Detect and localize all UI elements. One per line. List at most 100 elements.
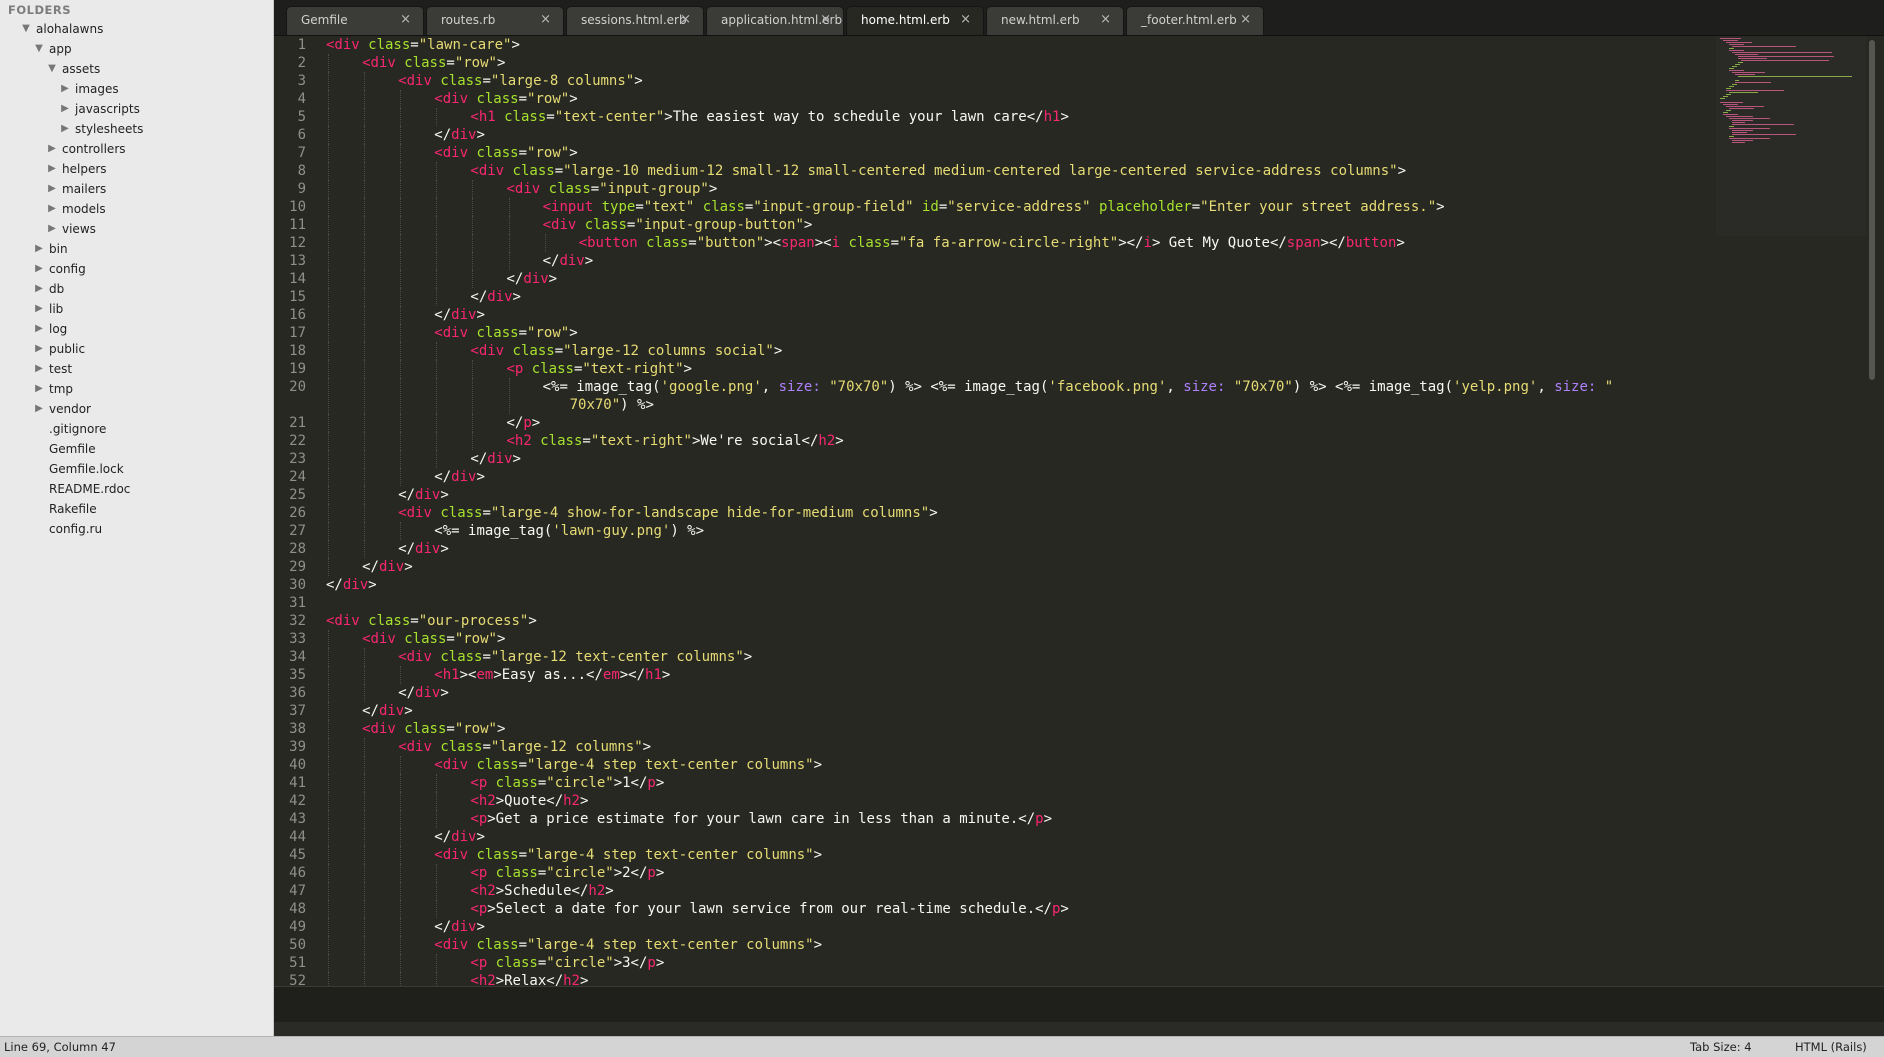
code-line[interactable]: 15 </div> [274, 288, 1714, 306]
code-line[interactable]: 24 </div> [274, 468, 1714, 486]
collapsed-arrow-icon[interactable]: ▶ [46, 219, 58, 239]
collapsed-arrow-icon[interactable]: ▶ [33, 379, 45, 399]
code-line[interactable]: 1 <div class="lawn-care"> [274, 36, 1714, 54]
code-line[interactable]: 3 <div class="large-8 columns"> [274, 72, 1714, 90]
tree-file[interactable]: README.rdoc [0, 479, 273, 499]
code-line[interactable]: 32 <div class="our-process"> [274, 612, 1714, 630]
code-line[interactable]: 34 <div class="large-12 text-center colum… [274, 648, 1714, 666]
code-line[interactable]: 43 <p>Get a price estimate for your lawn … [274, 810, 1714, 828]
editor-tab[interactable]: home.html.erb × [846, 6, 984, 35]
collapsed-arrow-icon[interactable]: ▶ [33, 279, 45, 299]
code-line[interactable]: 41 <p class="circle">1</p> [274, 774, 1714, 792]
tree-folder[interactable]: ▶ mailers [0, 179, 273, 199]
collapsed-arrow-icon[interactable]: ▶ [59, 79, 71, 99]
collapsed-arrow-icon[interactable]: ▶ [33, 259, 45, 279]
editor-tab[interactable]: new.html.erb × [986, 6, 1124, 35]
collapsed-arrow-icon[interactable]: ▶ [33, 239, 45, 259]
tree-folder[interactable]: ▶ vendor [0, 399, 273, 419]
tree-folder[interactable]: ▼ assets [0, 59, 273, 79]
code-line[interactable]: 31 [274, 594, 1714, 612]
tree-folder[interactable]: ▶ controllers [0, 139, 273, 159]
tab-size-setting[interactable]: Tab Size: 4 [1690, 1040, 1752, 1054]
close-icon[interactable]: × [540, 12, 551, 27]
code-line[interactable]: 50 <div class="large-4 step text-center c… [274, 936, 1714, 954]
expanded-arrow-icon[interactable]: ▼ [20, 19, 32, 39]
minimap[interactable] [1716, 36, 1866, 236]
tree-folder[interactable]: ▶ log [0, 319, 273, 339]
editor-tab[interactable]: sessions.html.erb × [566, 6, 704, 35]
tree-folder[interactable]: ▶ views [0, 219, 273, 239]
code-line[interactable]: 42 <h2>Quote</h2> [274, 792, 1714, 810]
code-line[interactable]: 10 <input type="text" class="input-group-… [274, 198, 1714, 216]
expanded-arrow-icon[interactable]: ▼ [33, 39, 45, 59]
tree-folder[interactable]: ▼ app [0, 39, 273, 59]
code-line[interactable]: 29 </div> [274, 558, 1714, 576]
tree-file[interactable]: Gemfile [0, 439, 273, 459]
editor-tab[interactable]: _footer.html.erb × [1126, 6, 1264, 35]
collapsed-arrow-icon[interactable]: ▶ [46, 159, 58, 179]
collapsed-arrow-icon[interactable]: ▶ [46, 179, 58, 199]
code-line[interactable]: 39 <div class="large-12 columns"> [274, 738, 1714, 756]
tree-file[interactable]: config.ru [0, 519, 273, 539]
code-line[interactable]: 19 <p class="text-right"> [274, 360, 1714, 378]
code-line[interactable]: 23 </div> [274, 450, 1714, 468]
code-line[interactable]: 49 </div> [274, 918, 1714, 936]
code-line[interactable]: 46 <p class="circle">2</p> [274, 864, 1714, 882]
code-line[interactable]: 30 </div> [274, 576, 1714, 594]
code-line[interactable]: 8 <div class="large-10 medium-12 small-12… [274, 162, 1714, 180]
code-line[interactable]: 7 <div class="row"> [274, 144, 1714, 162]
tree-file[interactable]: .gitignore [0, 419, 273, 439]
tree-folder[interactable]: ▶ images [0, 79, 273, 99]
code-line[interactable]: 40 <div class="large-4 step text-center c… [274, 756, 1714, 774]
code-line[interactable]: 26 <div class="large-4 show-for-landscape… [274, 504, 1714, 522]
code-line[interactable]: 11 <div class="input-group-button"> [274, 216, 1714, 234]
code-line[interactable]: 48 <p>Select a date for your lawn service… [274, 900, 1714, 918]
horizontal-scrollbar-track[interactable] [274, 1022, 1884, 1036]
code-line[interactable]: 16 </div> [274, 306, 1714, 324]
close-icon[interactable]: × [1240, 12, 1251, 27]
collapsed-arrow-icon[interactable]: ▶ [59, 99, 71, 119]
tree-folder[interactable]: ▶ lib [0, 299, 273, 319]
code-line[interactable]: 44 </div> [274, 828, 1714, 846]
tree-folder[interactable]: ▶ tmp [0, 379, 273, 399]
syntax-setting[interactable]: HTML (Rails) [1795, 1040, 1867, 1054]
vertical-scrollbar[interactable] [1869, 40, 1875, 380]
collapsed-arrow-icon[interactable]: ▶ [33, 319, 45, 339]
collapsed-arrow-icon[interactable]: ▶ [33, 299, 45, 319]
collapsed-arrow-icon[interactable]: ▶ [33, 399, 45, 419]
code-line[interactable]: 5 <h1 class="text-center">The easiest way… [274, 108, 1714, 126]
tree-folder[interactable]: ▼ alohalawns [0, 19, 273, 39]
collapsed-arrow-icon[interactable]: ▶ [59, 119, 71, 139]
collapsed-arrow-icon[interactable]: ▶ [33, 359, 45, 379]
close-icon[interactable]: × [960, 12, 971, 27]
tree-folder[interactable]: ▶ db [0, 279, 273, 299]
code-line[interactable]: 9 <div class="input-group"> [274, 180, 1714, 198]
code-line[interactable]: 17 <div class="row"> [274, 324, 1714, 342]
code-line[interactable]: 28 </div> [274, 540, 1714, 558]
code-line[interactable]: 21 </p> [274, 414, 1714, 432]
code-line[interactable]: 33 <div class="row"> [274, 630, 1714, 648]
code-line[interactable]: 2 <div class="row"> [274, 54, 1714, 72]
code-line[interactable]: 52 <h2>Relax</h2> [274, 972, 1714, 986]
code-line[interactable]: 38 <div class="row"> [274, 720, 1714, 738]
code-line[interactable]: 36 </div> [274, 684, 1714, 702]
code-line[interactable]: 18 <div class="large-12 columns social"> [274, 342, 1714, 360]
code-line[interactable]: 14 </div> [274, 270, 1714, 288]
code-line[interactable]: 25 </div> [274, 486, 1714, 504]
tree-file[interactable]: Gemfile.lock [0, 459, 273, 479]
editor-tab[interactable]: routes.rb × [426, 6, 564, 35]
code-line[interactable]: 47 <h2>Schedule</h2> [274, 882, 1714, 900]
close-icon[interactable]: × [400, 12, 411, 27]
code-line[interactable]: 13 </div> [274, 252, 1714, 270]
code-line[interactable]: 4 <div class="row"> [274, 90, 1714, 108]
editor-tab[interactable]: application.html.erb × [706, 6, 844, 35]
collapsed-arrow-icon[interactable]: ▶ [46, 199, 58, 219]
expanded-arrow-icon[interactable]: ▼ [46, 59, 58, 79]
code-line[interactable]: 12 <button class="button"><span><i class=… [274, 234, 1714, 252]
code-line[interactable]: 27 <%= image_tag('lawn-guy.png') %> [274, 522, 1714, 540]
collapsed-arrow-icon[interactable]: ▶ [46, 139, 58, 159]
collapsed-arrow-icon[interactable]: ▶ [33, 339, 45, 359]
code-line[interactable]: 20 <%= image_tag('google.png', size: "70x… [274, 378, 1714, 414]
tree-folder[interactable]: ▶ config [0, 259, 273, 279]
close-icon[interactable]: × [820, 12, 831, 27]
